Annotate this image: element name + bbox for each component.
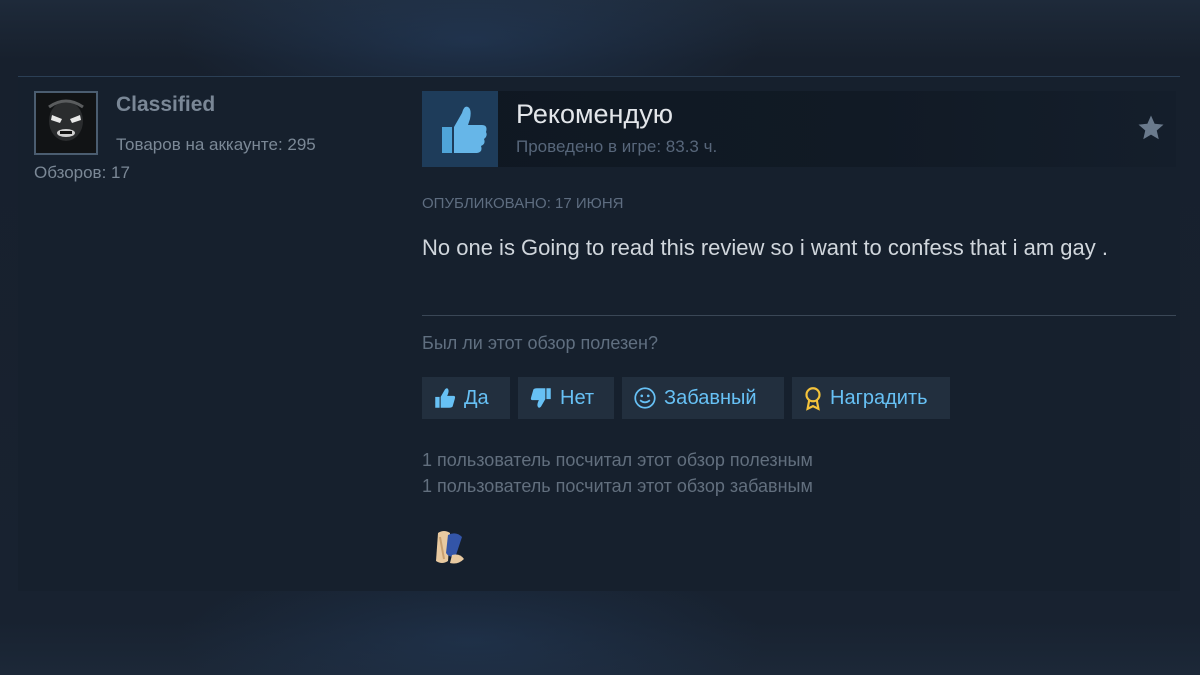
- thumbs-down-icon: [530, 388, 551, 408]
- thumbs-up-icon: [435, 388, 456, 408]
- helpful-count: 1 пользователь посчитал этот обзор полез…: [422, 450, 813, 470]
- vote-funny-button[interactable]: Забавный: [622, 377, 784, 419]
- author-reviews-count[interactable]: Обзоров: 17: [34, 163, 130, 183]
- review-stats: 1 пользователь посчитал этот обзор полез…: [422, 447, 813, 499]
- vote-no-label: Нет: [560, 386, 595, 409]
- posted-date: ОПУБЛИКОВАНО: 17 ИЮНЯ: [422, 195, 624, 212]
- vote-buttons: Да Нет Забавный Наградить: [422, 377, 950, 419]
- author-products-count[interactable]: Товаров на аккаунте: 295: [116, 135, 316, 155]
- review-card: Classified Товаров на аккаунте: 295 Обзо…: [18, 76, 1180, 591]
- funny-count: 1 пользователь посчитал этот обзор забав…: [422, 476, 813, 496]
- award-badge-icon[interactable]: [428, 525, 472, 569]
- vote-no-button[interactable]: Нет: [518, 377, 614, 419]
- vote-funny-label: Забавный: [664, 386, 757, 409]
- author-name[interactable]: Classified: [116, 93, 215, 117]
- avatar[interactable]: [34, 91, 98, 155]
- award-label: Наградить: [830, 386, 928, 409]
- award-button[interactable]: Наградить: [792, 377, 950, 419]
- thumbs-up-icon: [422, 91, 498, 167]
- recommendation-title[interactable]: Рекомендую: [516, 99, 673, 130]
- vote-yes-button[interactable]: Да: [422, 377, 510, 419]
- vote-yes-label: Да: [464, 386, 489, 409]
- smiley-icon: [634, 387, 656, 409]
- hours-played: Проведено в игре: 83.3 ч.: [516, 137, 718, 156]
- avatar-image: [36, 93, 96, 153]
- helpful-question: Был ли этот обзор полезен?: [422, 333, 658, 353]
- review-text: No one is Going to read this review so i…: [422, 235, 1109, 260]
- award-ribbon-icon: [805, 387, 821, 411]
- review-header: Рекомендую Проведено в игре: 83.3 ч.: [422, 91, 1176, 167]
- star-icon[interactable]: [1136, 113, 1166, 143]
- divider: [422, 315, 1176, 316]
